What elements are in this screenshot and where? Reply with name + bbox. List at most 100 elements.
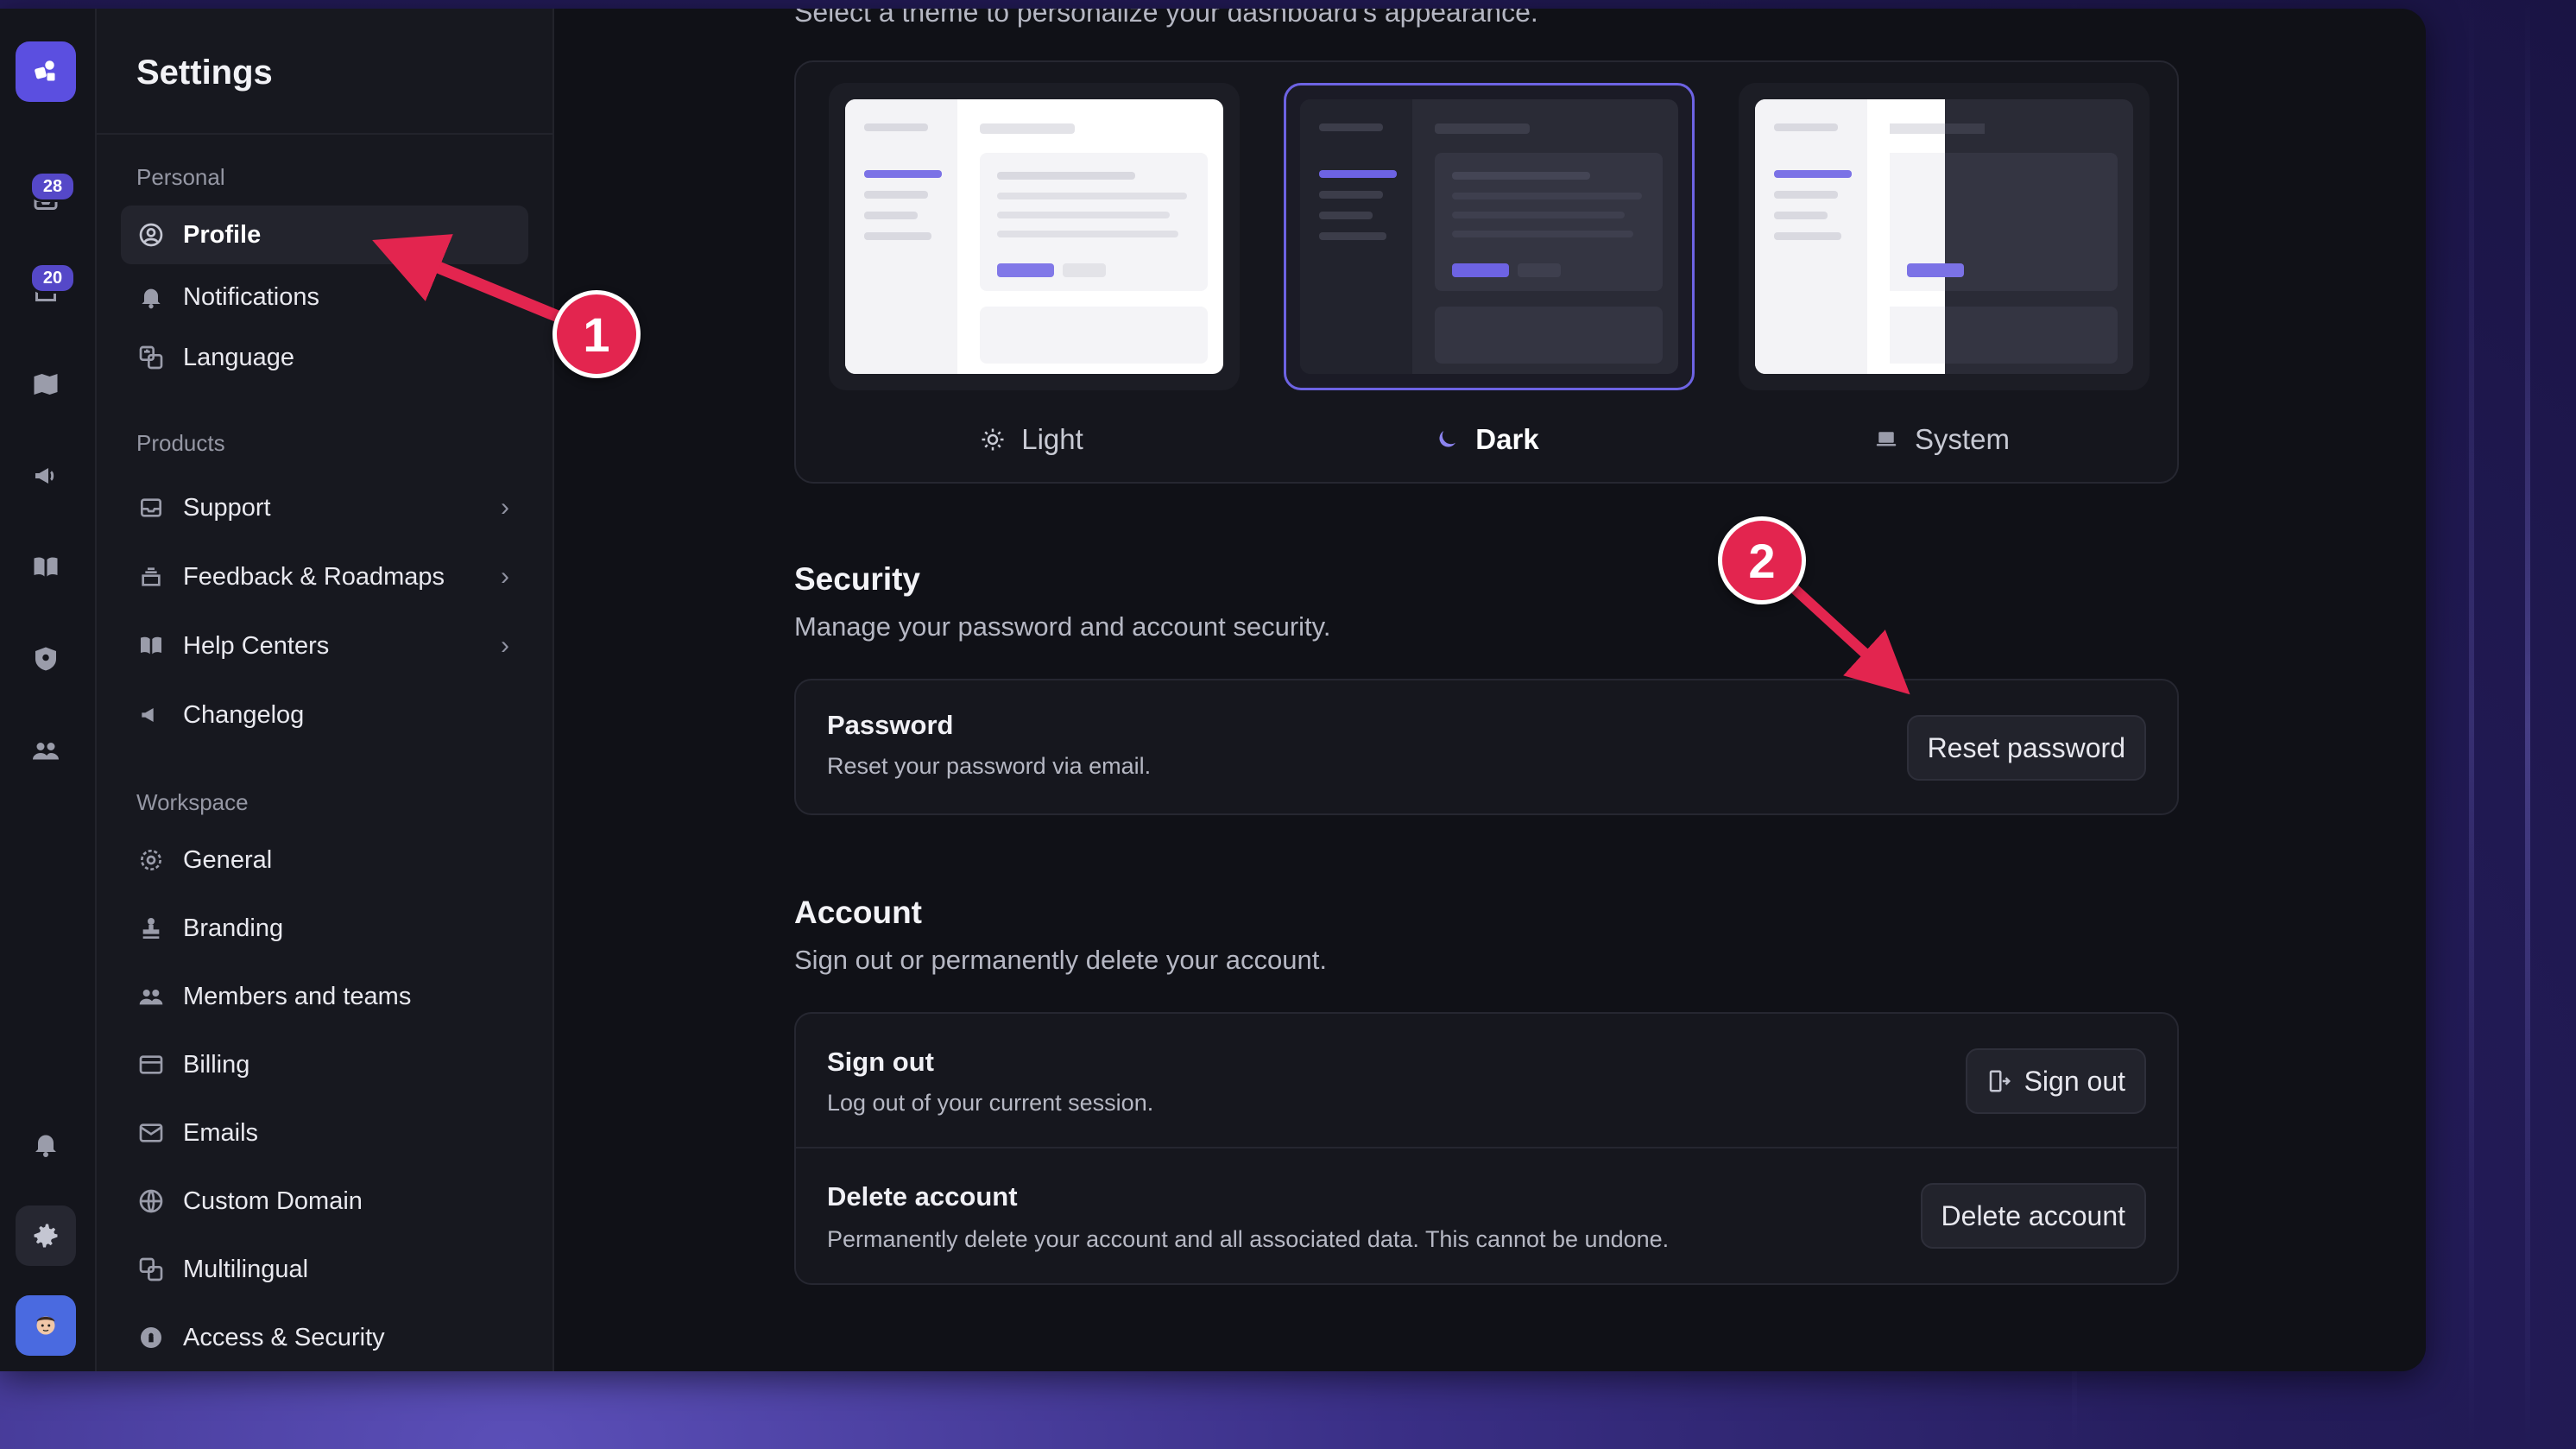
sidebar-item-general[interactable]: General — [121, 831, 528, 889]
sign-out-button[interactable]: Sign out — [1965, 1048, 2146, 1114]
sidebar-item-label: Members and teams — [183, 982, 412, 1010]
sidebar-item-label: Multilingual — [183, 1255, 309, 1283]
sidebar-item-access-security[interactable]: Access & Security — [121, 1308, 528, 1367]
settings-sidebar: Settings Personal Profile Notifications … — [95, 9, 554, 1371]
sidebar-item-label: Support — [183, 493, 271, 522]
divider — [796, 1147, 2177, 1148]
avatar[interactable] — [16, 1295, 76, 1356]
theme-label-light[interactable]: Light — [829, 423, 1234, 456]
users-icon[interactable] — [16, 720, 76, 781]
inbox-icon — [136, 493, 166, 522]
light-theme-preview — [845, 99, 1223, 374]
sidebar-item-changelog[interactable]: Changelog — [121, 686, 528, 744]
sidebar-item-custom-domain[interactable]: Custom Domain — [121, 1172, 528, 1231]
roadmap-icon[interactable] — [16, 354, 76, 414]
section-label-workspace: Workspace — [136, 789, 249, 815]
shield-icon[interactable] — [16, 629, 76, 689]
section-label-personal: Personal — [136, 164, 225, 190]
moon-icon — [1439, 431, 1456, 447]
translate-icon — [136, 343, 166, 372]
bell-icon[interactable] — [16, 1114, 76, 1174]
sidebar-item-label: Custom Domain — [183, 1186, 363, 1215]
envelope-icon — [136, 1118, 166, 1148]
book-icon — [136, 631, 166, 661]
sidebar-item-billing[interactable]: Billing — [121, 1035, 528, 1094]
book-icon[interactable] — [16, 537, 76, 598]
divider — [97, 133, 552, 135]
callout-1: 1 — [552, 290, 641, 378]
megaphone-icon[interactable] — [16, 446, 76, 506]
settings-gear-icon[interactable] — [16, 1205, 76, 1266]
callout-2: 2 — [1718, 516, 1806, 604]
translate-icon — [136, 1255, 166, 1284]
chevron-right-icon: › — [501, 562, 509, 591]
feedback-badge: 20 — [29, 263, 76, 294]
sidebar-item-label: Help Centers — [183, 631, 330, 660]
theme-label-text: Dark — [1475, 423, 1539, 455]
sidebar-item-label: Language — [183, 343, 295, 371]
chevron-right-icon: › — [501, 493, 509, 522]
sign-out-icon — [1989, 1070, 2011, 1092]
delete-subtitle: Permanently delete your account and all … — [827, 1226, 1670, 1252]
theme-description: Select a theme to personalize your dashb… — [794, 9, 1538, 28]
password-subtitle: Reset your password via email. — [827, 753, 1152, 779]
laptop-icon — [1876, 432, 1897, 446]
security-heading: Security — [794, 561, 921, 597]
sidebar-item-label: Changelog — [183, 700, 305, 729]
sidebar-item-emails[interactable]: Emails — [121, 1104, 528, 1162]
globe-icon — [136, 1186, 166, 1216]
theme-selector: Light Dark System — [794, 60, 2179, 484]
bell-icon — [136, 282, 166, 312]
signout-title: Sign out — [827, 1047, 934, 1077]
sidebar-item-feedback-roadmaps[interactable]: Feedback & Roadmaps › — [121, 547, 528, 606]
sidebar-item-label: Branding — [183, 914, 284, 942]
main-content: Select a theme to personalize your dashb… — [552, 9, 2426, 1371]
credit-card-icon — [136, 1050, 166, 1079]
app-logo-icon[interactable] — [16, 41, 76, 102]
password-title: Password — [827, 710, 954, 740]
sidebar-item-notifications[interactable]: Notifications — [121, 268, 528, 326]
sidebar-item-label: Billing — [183, 1050, 250, 1079]
theme-label-text: Light — [1021, 423, 1083, 455]
sidebar-item-label: Notifications — [183, 282, 319, 311]
chevron-right-icon: › — [501, 631, 509, 660]
theme-label-system[interactable]: System — [1739, 423, 2144, 456]
sidebar-item-profile[interactable]: Profile — [121, 206, 528, 264]
sidebar-item-label: Emails — [183, 1118, 259, 1147]
sidebar-item-members[interactable]: Members and teams — [121, 967, 528, 1026]
account-subtitle: Sign out or permanently delete your acco… — [794, 945, 1327, 975]
inbox-icon[interactable]: 28 — [16, 169, 76, 230]
reset-password-button[interactable]: Reset password — [1906, 715, 2146, 781]
icon-rail: 28 20 — [0, 9, 95, 1371]
gear-icon — [136, 845, 166, 875]
sidebar-title: Settings — [136, 54, 273, 92]
section-label-products: Products — [136, 430, 225, 456]
account-heading: Account — [794, 895, 922, 930]
sidebar-item-help-centers[interactable]: Help Centers › — [121, 617, 528, 675]
megaphone-icon — [136, 700, 166, 730]
sun-icon — [982, 428, 1004, 451]
feedback-icon[interactable]: 20 — [16, 261, 76, 321]
sidebar-item-language[interactable]: Language — [121, 328, 528, 387]
sidebar-item-branding[interactable]: Branding — [121, 899, 528, 958]
user-circle-icon — [136, 220, 166, 250]
system-theme-preview — [1755, 99, 2133, 374]
theme-label-dark[interactable]: Dark — [1284, 423, 1689, 456]
users-icon — [136, 982, 166, 1011]
lock-icon — [136, 1323, 166, 1352]
theme-option-system[interactable] — [1739, 83, 2150, 390]
theme-option-light[interactable] — [829, 83, 1240, 390]
password-card: Password Reset your password via email. … — [794, 679, 2179, 815]
sidebar-item-label: Profile — [183, 220, 262, 249]
theme-option-dark[interactable] — [1284, 83, 1695, 390]
sidebar-item-support[interactable]: Support › — [121, 478, 528, 537]
delete-account-button[interactable]: Delete account — [1920, 1183, 2146, 1249]
account-card: Sign out Log out of your current session… — [794, 1012, 2179, 1285]
app-window: 28 20 Settings Personal Profile Notifica… — [0, 9, 2426, 1371]
dark-theme-preview — [1300, 99, 1678, 374]
sidebar-item-label: General — [183, 845, 273, 874]
inbox-badge: 28 — [29, 171, 76, 202]
sidebar-item-multilingual[interactable]: Multilingual — [121, 1240, 528, 1299]
sidebar-item-label: Feedback & Roadmaps — [183, 562, 445, 591]
security-subtitle: Manage your password and account securit… — [794, 611, 1331, 642]
